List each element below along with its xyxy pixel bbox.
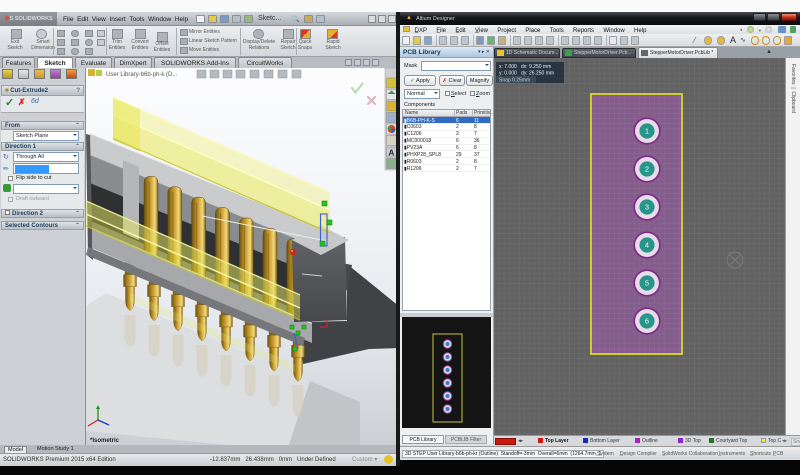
- svg-text:5: 5: [645, 279, 649, 288]
- svg-text:A: A: [389, 149, 395, 158]
- svg-text:User Library-b6b-ph-k (D...: User Library-b6b-ph-k (D...: [106, 72, 178, 78]
- svg-text:3: 3: [645, 203, 649, 212]
- svg-text:6: 6: [645, 317, 649, 326]
- svg-text:y: 0.000 dy: 26.250 mm: y: 0.000 dy: 26.250 mm: [499, 71, 554, 77]
- svg-text:x: 7.000 dx: 9.250 mm: x: 7.000 dx: 9.250 mm: [499, 64, 551, 70]
- svg-text:4: 4: [645, 241, 649, 250]
- svg-text:1: 1: [645, 127, 649, 136]
- svg-text:2: 2: [645, 165, 649, 174]
- svg-text:*Isometric: *Isometric: [90, 438, 120, 444]
- svg-text:Snap 0.25mm: Snap 0.25mm: [499, 78, 530, 84]
